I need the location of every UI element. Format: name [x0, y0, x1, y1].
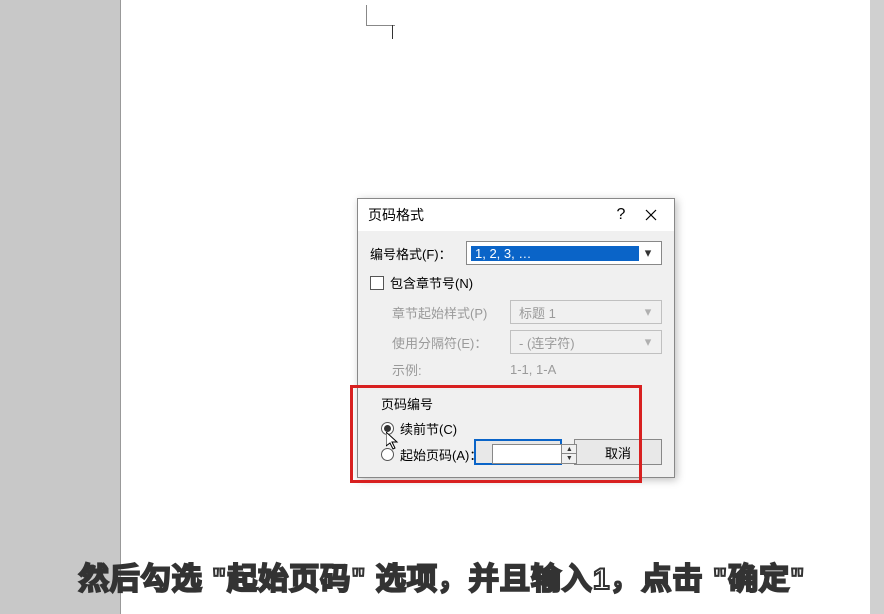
video-caption: 然后勾选 "起始页码" 选项，并且输入1，点击 "确定"	[0, 554, 884, 598]
spinner-down-button[interactable]: ▼	[562, 454, 576, 463]
right-edge	[870, 0, 884, 614]
spinner-up-button[interactable]: ▲	[562, 445, 576, 454]
chevron-down-icon: ▾	[639, 331, 657, 353]
start-at-spinner: ▲ ▼	[492, 444, 577, 464]
separator-label: 使用分隔符(E)：	[392, 333, 510, 352]
chevron-down-icon: ▾	[639, 242, 657, 264]
help-button[interactable]: ?	[606, 201, 636, 229]
chapter-style-label: 章节起始样式(P)	[392, 303, 510, 322]
chapter-style-combo: 标题 1 ▾	[510, 300, 662, 324]
include-chapter-label: 包含章节号(N)	[390, 273, 473, 292]
chevron-down-icon: ▾	[639, 301, 657, 323]
chapter-options: 章节起始样式(P) 标题 1 ▾ 使用分隔符(E)： - (连字符) ▾ 示例:…	[370, 300, 662, 379]
start-at-radio[interactable]	[381, 448, 394, 461]
continue-previous-label: 续前节(C)	[400, 419, 457, 438]
dialog-titlebar: 页码格式 ?	[358, 199, 674, 231]
close-button[interactable]	[636, 201, 666, 229]
dialog-body: 编号格式(F)： 1, 2, 3, … ▾ 包含章节号(N) 章节起始样式(P)…	[358, 231, 674, 435]
continue-previous-row: 续前节(C)	[381, 419, 611, 438]
separator-combo: - (连字符) ▾	[510, 330, 662, 354]
separator-value: - (连字符)	[515, 333, 639, 352]
include-chapter-checkbox[interactable]	[370, 276, 384, 290]
example-value: 1-1, 1-A	[510, 362, 628, 377]
number-format-combo[interactable]: 1, 2, 3, … ▾	[466, 241, 662, 265]
dialog-title: 页码格式	[368, 205, 606, 225]
page-number-format-dialog: 页码格式 ? 编号格式(F)： 1, 2, 3, … ▾ 包含章节号(N) 章节…	[357, 198, 675, 478]
close-icon	[645, 209, 657, 221]
start-at-input[interactable]	[492, 444, 562, 464]
page-corner-mark	[366, 5, 396, 35]
start-at-row: 起始页码(A)： ▲ ▼	[381, 444, 611, 464]
include-chapter-row: 包含章节号(N)	[370, 273, 662, 292]
app-left-panel	[0, 0, 120, 614]
page-numbering-group-label: 页码编号	[381, 394, 611, 413]
example-label: 示例:	[392, 360, 510, 379]
number-format-label: 编号格式(F)：	[370, 244, 466, 263]
chapter-style-value: 标题 1	[515, 303, 639, 322]
start-at-label: 起始页码(A)：	[400, 445, 482, 464]
number-format-row: 编号格式(F)： 1, 2, 3, … ▾	[370, 241, 662, 265]
number-format-value: 1, 2, 3, …	[471, 246, 639, 261]
highlight-frame: 页码编号 续前节(C) 起始页码(A)： ▲ ▼	[350, 385, 642, 483]
continue-previous-radio[interactable]	[381, 422, 394, 435]
